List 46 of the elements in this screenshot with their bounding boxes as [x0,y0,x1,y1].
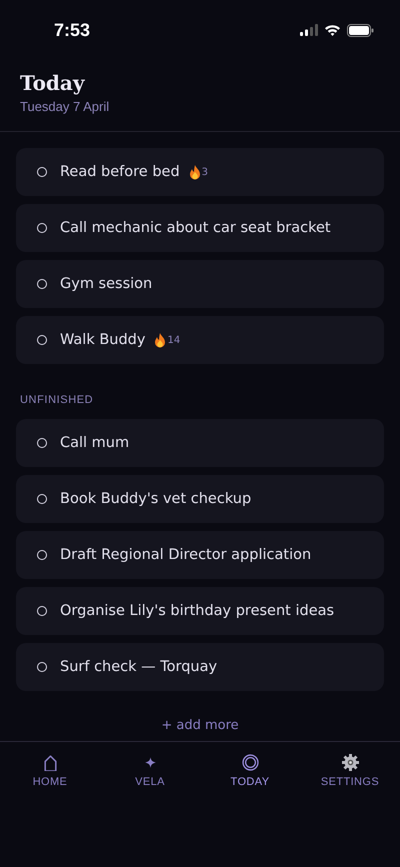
task-title: Read before bed [60,164,180,180]
task-card[interactable]: Read before bed 3 [16,148,384,196]
task-card[interactable]: Draft Regional Director application [16,531,384,579]
task-card[interactable]: Call mum [16,419,384,467]
streak-count: 3 [202,166,208,178]
nav-tab[interactable]: HOME [10,752,90,790]
page-title: Today [20,70,86,96]
task-title: Call mum [60,435,130,451]
task-title: Draft Regional Director application [60,547,312,563]
nav-tab[interactable]: VELA [110,752,190,790]
task-title: Walk Buddy [60,332,146,348]
task-checkbox[interactable] [37,223,47,233]
nav-tab[interactable]: TODAY [210,752,290,790]
task-checkbox[interactable] [37,494,47,504]
task-card[interactable]: Walk Buddy 14 [16,316,384,364]
task-checkbox[interactable] [37,167,47,177]
home-icon [42,754,58,771]
task-checkbox[interactable] [37,662,47,672]
signal-icon [300,24,318,36]
task-card[interactable]: Book Buddy's vet checkup [16,475,384,523]
task-card[interactable]: Gym session [16,260,384,308]
task-title: Surf check — Torquay [60,659,218,675]
task-card[interactable]: Organise Lily's birthday present ideas [16,587,384,635]
wifi-icon [324,24,341,36]
clock-time: 7:53 [54,20,90,40]
task-title: Book Buddy's vet checkup [60,491,252,507]
flame-icon [154,332,166,348]
task-checkbox[interactable] [37,550,47,560]
rings-icon [242,754,258,771]
flame-icon [188,164,201,180]
task-card[interactable]: Call mechanic about car seat bracket [16,204,384,252]
task-checkbox[interactable] [37,438,47,448]
task-title: Call mechanic about car seat bracket [60,220,331,236]
section-label: UNFINISHED [19,393,94,408]
task-title: Organise Lily's birthday present ideas [60,603,334,619]
task-title: Gym session [60,276,152,292]
settings-icon [342,754,358,771]
battery-icon [347,24,374,36]
task-checkbox[interactable] [37,335,47,345]
nav-tab[interactable]: SETTINGS [310,752,390,790]
task-card[interactable]: Surf check — Torquay [16,643,384,691]
date-subtitle: Tuesday 7 April [20,99,110,114]
add-more-link[interactable]: + add more [157,716,243,735]
task-checkbox[interactable] [37,279,47,289]
task-checkbox[interactable] [37,606,47,616]
streak-count: 14 [167,334,180,346]
